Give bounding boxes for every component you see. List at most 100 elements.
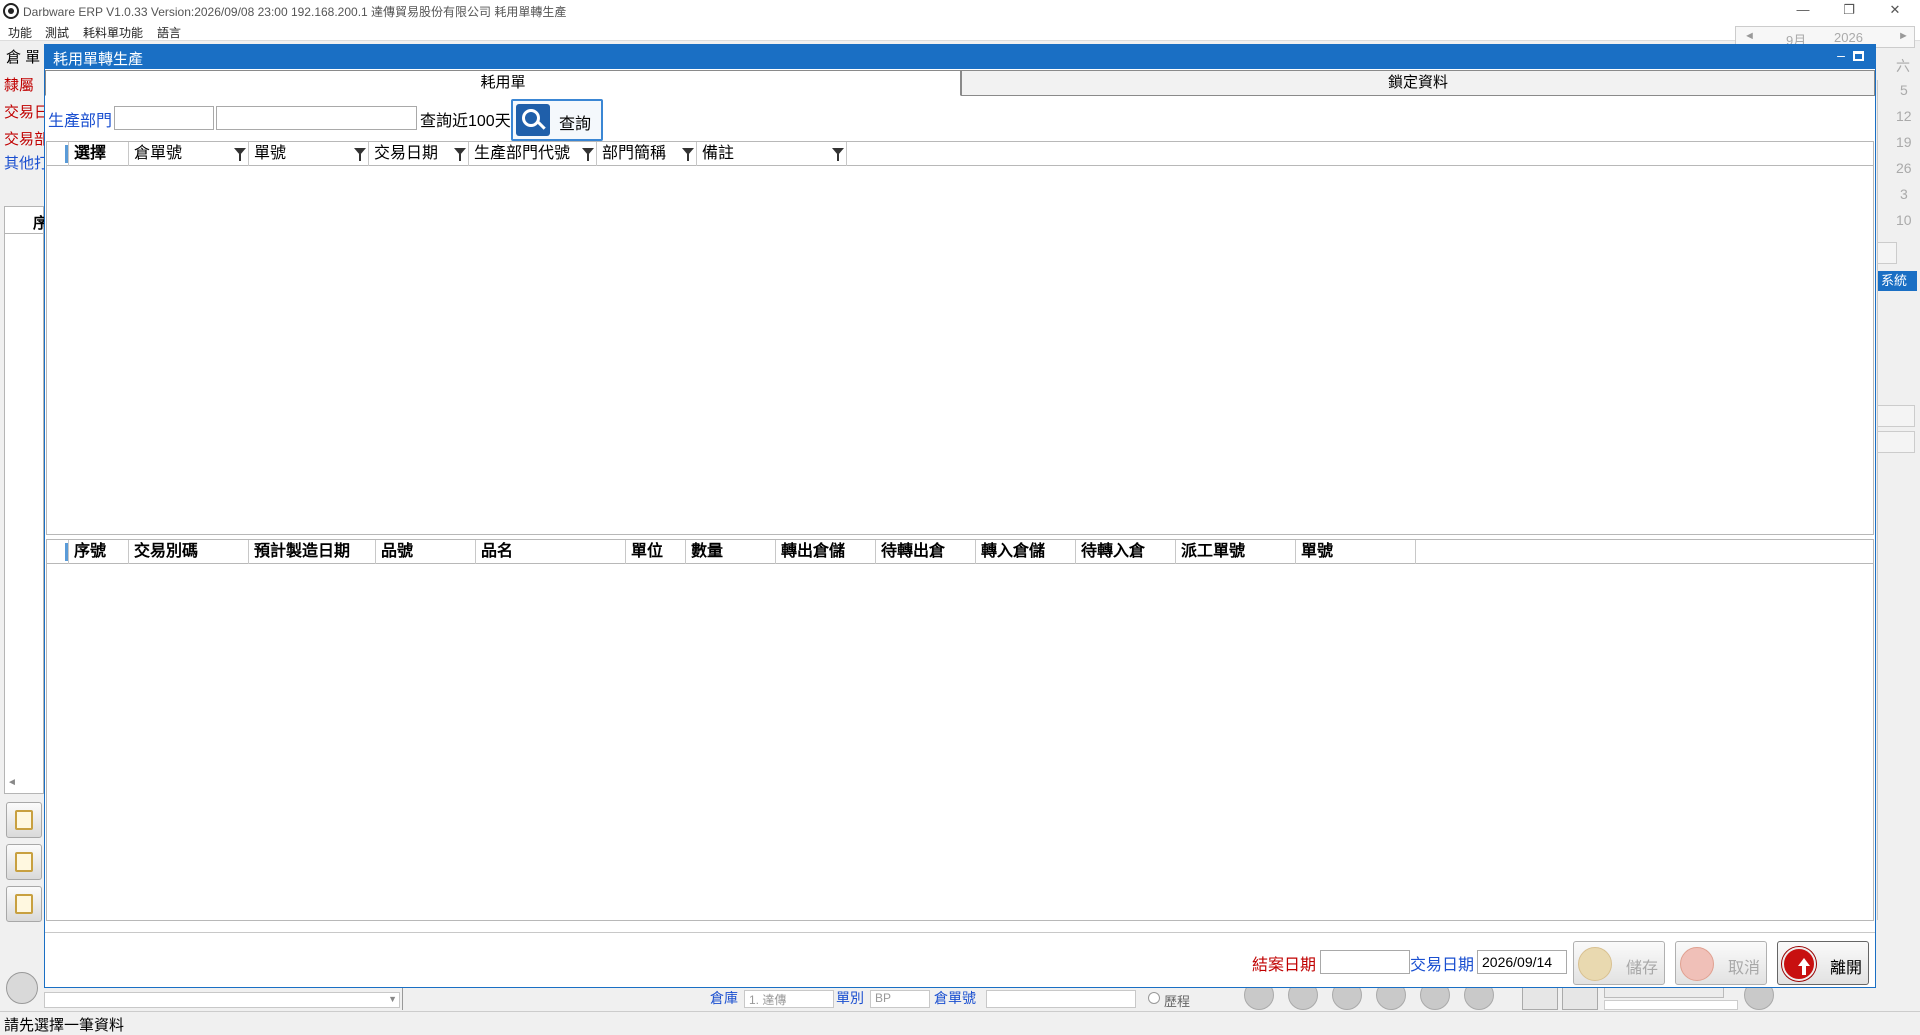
bg-warehouse-label: 倉庫 [710, 990, 738, 1006]
bg-history-label: 歷程 [1164, 994, 1191, 1009]
detail-grid[interactable]: 序號 交易別碼 預計製造日期 品號 品名 單位 數量 轉出倉儲 待轉出倉 轉入倉… [46, 539, 1874, 921]
col-pending-in[interactable]: 待轉入倉 [1076, 540, 1176, 564]
app-menubar: 功能 測試 耗料單功能 語言 [0, 22, 1920, 41]
query-button-label: 查詢 [559, 116, 592, 133]
grid-row-header [47, 540, 69, 564]
col-select[interactable]: 選擇 [69, 142, 129, 166]
calendar-prev-icon[interactable]: ◄ [1744, 30, 1755, 42]
bg-side-button-1[interactable] [1877, 405, 1915, 427]
menu-language[interactable]: 語言 [157, 24, 181, 41]
window-minimize-icon[interactable]: — [1780, 0, 1826, 22]
col-seq[interactable]: 序號 [69, 540, 129, 564]
col-trade-type[interactable]: 交易別碼 [129, 540, 249, 564]
calendar-day: 19 [1896, 134, 1912, 150]
col-warehouse-doc[interactable]: 倉單號 [129, 142, 249, 166]
app-logo-icon [3, 3, 19, 19]
col-order-no[interactable]: 單號 [1296, 540, 1416, 564]
recent-days-label: 查詢近100天 [420, 113, 511, 130]
col-remark[interactable]: 備註 [697, 142, 847, 166]
tab-locked-data[interactable]: 鎖定資料 [961, 70, 1875, 96]
dept-code-input[interactable] [114, 106, 214, 130]
dialog-maximize-icon[interactable] [1853, 51, 1864, 61]
close-date-label: 結案日期 [1252, 957, 1317, 974]
col-unit[interactable]: 單位 [626, 540, 686, 564]
calendar-next-icon[interactable]: ► [1898, 30, 1909, 42]
trade-date-label: 交易日期 [1410, 957, 1475, 974]
menu-function[interactable]: 功能 [8, 24, 32, 41]
bg-side-button-2[interactable] [1877, 431, 1915, 453]
exit-icon [1782, 947, 1816, 981]
bg-transfer-combo[interactable] [1604, 1000, 1738, 1010]
bg-exit-icon[interactable] [6, 972, 38, 1004]
edit-icon [15, 810, 33, 830]
bg-doc-field[interactable] [986, 990, 1136, 1008]
filter-icon[interactable] [354, 148, 366, 161]
col-dept-code[interactable]: 生產部門代號 [469, 142, 597, 166]
bg-side-divider [1877, 80, 1878, 920]
query-button[interactable]: 查詢 [511, 99, 603, 141]
detail-grid-header: 序號 交易別碼 預計製造日期 品號 品名 單位 數量 轉出倉儲 待轉出倉 轉入倉… [47, 540, 1873, 564]
filter-icon[interactable] [454, 148, 466, 161]
bg-toolbar-divider [402, 988, 403, 1010]
scroll-left-icon[interactable]: ◄ [7, 777, 17, 788]
col-quantity[interactable]: 數量 [686, 540, 776, 564]
exit-button-label: 離開 [1830, 960, 1863, 977]
filter-icon[interactable] [234, 148, 246, 161]
calendar-year: 2026 [1834, 30, 1863, 45]
combo-arrow-icon: ▼ [388, 994, 397, 1004]
folder-icon [15, 894, 33, 914]
bg-print-button[interactable] [6, 844, 42, 880]
dept-label: 生產部門 [48, 113, 113, 130]
window-restore-icon[interactable]: ❐ [1826, 0, 1872, 22]
calendar-day: 六 [1896, 58, 1910, 74]
col-out-warehouse[interactable]: 轉出倉儲 [776, 540, 876, 564]
app-title: Darbware ERP V1.0.33 Version:2026/09/08 … [23, 5, 567, 19]
cancel-button[interactable]: 取消 [1675, 941, 1767, 985]
filter-icon[interactable] [582, 148, 594, 161]
bg-combo[interactable]: ▼ [44, 992, 400, 1008]
menu-material-function[interactable]: 耗料單功能 [83, 24, 143, 41]
exit-button[interactable]: 離開 [1777, 941, 1869, 985]
bg-grid: 序 ◄ [4, 206, 48, 794]
col-item-no[interactable]: 品號 [376, 540, 476, 564]
col-item-name[interactable]: 品名 [476, 540, 626, 564]
bg-edit-button[interactable] [6, 802, 42, 838]
col-doc-no[interactable]: 單號 [249, 142, 369, 166]
consumption-grid[interactable]: 選擇 倉單號 單號 交易日期 生產部門代號 部門簡稱 備註 [46, 141, 1874, 535]
bg-calendar-days: 六 5 12 19 26 3 10 [1876, 56, 1920, 242]
save-button[interactable]: 儲存 [1573, 941, 1665, 985]
bg-history-radio[interactable] [1148, 992, 1160, 1004]
bg-grid-divider [5, 233, 43, 234]
col-in-warehouse[interactable]: 轉入倉儲 [976, 540, 1076, 564]
cancel-button-label: 取消 [1728, 960, 1761, 977]
calendar-day: 5 [1900, 82, 1908, 98]
dialog-titlebar: 耗用單轉生產 – [45, 45, 1875, 69]
calendar-day: 12 [1896, 108, 1912, 124]
calendar-day: 10 [1896, 212, 1912, 228]
bg-bottom-toolbar: ▼ 倉庫 1. 達傳 單別 BP 倉單號 歷程 [44, 980, 1876, 1010]
close-date-input[interactable] [1320, 950, 1410, 974]
bg-doc-label: 倉單號 [934, 990, 976, 1006]
filter-icon[interactable] [682, 148, 694, 161]
filter-icon[interactable] [832, 148, 844, 161]
menu-test[interactable]: 測試 [45, 24, 69, 41]
window-close-icon[interactable]: ✕ [1872, 0, 1918, 22]
col-planned-date[interactable]: 預計製造日期 [249, 540, 376, 564]
bg-side-tab[interactable]: 系統 [1877, 271, 1917, 291]
bg-category-field[interactable]: BP [870, 990, 930, 1008]
consumption-grid-header: 選擇 倉單號 單號 交易日期 生產部門代號 部門簡稱 備註 [47, 142, 1873, 166]
save-icon [1578, 947, 1612, 981]
bg-warehouse-field[interactable]: 1. 達傳 [744, 990, 834, 1008]
calendar-day: 3 [1900, 186, 1908, 202]
bg-small-button[interactable] [1877, 242, 1897, 264]
col-pending-out[interactable]: 待轉出倉 [876, 540, 976, 564]
dept-name-input[interactable] [216, 106, 417, 130]
tab-consumption[interactable]: 耗用單 [45, 70, 961, 96]
trade-date-input[interactable]: 2026/09/14 [1477, 950, 1567, 974]
col-dispatch-no[interactable]: 派工單號 [1176, 540, 1296, 564]
dialog-minimize-icon[interactable]: – [1833, 47, 1849, 65]
bg-category-label: 單別 [836, 990, 864, 1006]
bg-folder-button[interactable] [6, 886, 42, 922]
dialog-consumption-to-production: 耗用單轉生產 – 耗用單 鎖定資料 生產部門 查詢近100天 查詢 選擇 倉單號… [44, 44, 1876, 988]
save-button-label: 儲存 [1626, 960, 1659, 977]
